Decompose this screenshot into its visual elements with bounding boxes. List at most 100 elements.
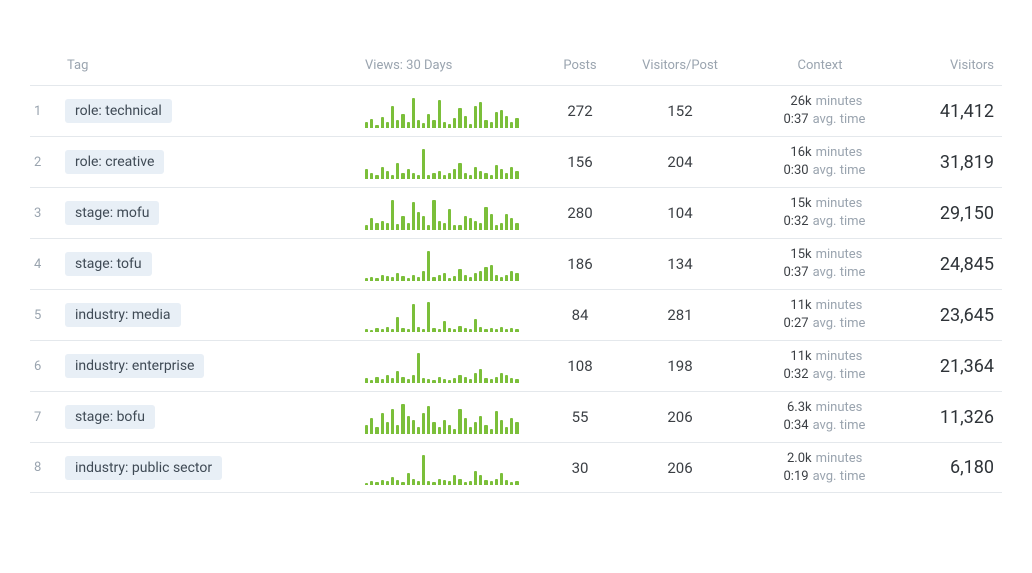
spark-bar: [505, 480, 508, 485]
views-sparkline[interactable]: [365, 145, 535, 179]
views-sparkline[interactable]: [365, 400, 535, 434]
table-row[interactable]: 6industry: enterprise10819811kminutes0:3…: [30, 340, 1002, 391]
spark-bar: [448, 278, 451, 281]
table-row[interactable]: 2role: creative15620416kminutes0:30avg. …: [30, 136, 1002, 187]
col-views-header[interactable]: Views: 30 Days: [365, 58, 535, 73]
tag-pill[interactable]: industry: enterprise: [65, 354, 204, 378]
table-row[interactable]: 5industry: media8428111kminutes0:27avg. …: [30, 289, 1002, 340]
context-minutes-value: 6.3k: [778, 400, 812, 416]
spark-bar: [427, 481, 430, 485]
spark-bar: [396, 425, 399, 434]
spark-bar: [505, 214, 508, 230]
spark-bar: [375, 125, 378, 128]
views-sparkline[interactable]: [365, 196, 535, 230]
context-minutes-value: 11k: [778, 298, 812, 314]
views-sparkline[interactable]: [365, 298, 535, 332]
col-context-header[interactable]: Context: [735, 58, 905, 73]
context-avg-time-unit: avg. time: [813, 418, 866, 434]
posts-value: 30: [535, 459, 625, 477]
spark-bar: [458, 326, 461, 332]
spark-bar: [495, 165, 498, 179]
spark-bar: [427, 379, 430, 383]
spark-bar: [484, 267, 487, 281]
visitors-value: 24,845: [905, 254, 1002, 275]
tag-pill[interactable]: role: creative: [65, 150, 164, 174]
col-posts-header[interactable]: Posts: [535, 58, 625, 73]
spark-bar: [484, 120, 487, 128]
views-sparkline[interactable]: [365, 94, 535, 128]
spark-bar: [448, 209, 451, 230]
spark-bar: [391, 378, 394, 383]
tag-pill[interactable]: stage: tofu: [65, 252, 152, 276]
views-sparkline[interactable]: [365, 451, 535, 485]
spark-bar: [448, 124, 451, 128]
context-minutes-unit: minutes: [816, 145, 863, 161]
table-row[interactable]: 3stage: mofu28010415kminutes0:32avg. tim…: [30, 187, 1002, 238]
tag-pill[interactable]: industry: public sector: [65, 456, 222, 480]
spark-bar: [469, 218, 472, 230]
spark-bar: [474, 167, 477, 179]
spark-bar: [391, 175, 394, 179]
table-row[interactable]: 7stage: bofu552066.3kminutes0:34avg. tim…: [30, 391, 1002, 442]
spark-bar: [495, 275, 498, 281]
spark-bar: [381, 379, 384, 383]
spark-bar: [427, 114, 430, 128]
col-visitors-header[interactable]: Visitors: [905, 58, 1002, 73]
context-avg-time-unit: avg. time: [813, 214, 866, 230]
spark-bar: [375, 427, 378, 434]
col-tag-header[interactable]: Tag: [65, 58, 365, 73]
spark-bar: [391, 277, 394, 281]
spark-bar: [510, 378, 513, 383]
views-sparkline[interactable]: [365, 349, 535, 383]
spark-bar: [469, 329, 472, 332]
context-avg-time-unit: avg. time: [813, 265, 866, 281]
spark-bar: [391, 200, 394, 230]
context-minutes-unit: minutes: [816, 247, 863, 263]
spark-bar: [386, 223, 389, 230]
spark-bar: [490, 265, 493, 281]
spark-bar: [432, 422, 435, 434]
spark-bar: [417, 175, 420, 179]
spark-bar: [515, 379, 518, 383]
spark-bar: [464, 116, 467, 128]
spark-bar: [469, 175, 472, 179]
spark-bar: [438, 427, 441, 434]
views-sparkline[interactable]: [365, 247, 535, 281]
tag-pill[interactable]: role: technical: [65, 99, 172, 123]
spark-bar: [432, 482, 435, 485]
visitors-value: 21,364: [905, 356, 1002, 377]
spark-bar: [500, 420, 503, 434]
spark-bar: [401, 482, 404, 485]
tag-pill[interactable]: stage: bofu: [65, 405, 155, 429]
spark-bar: [386, 481, 389, 485]
table-row[interactable]: 4stage: tofu18613415kminutes0:37avg. tim…: [30, 238, 1002, 289]
tag-cell: stage: mofu: [65, 201, 365, 225]
tag-pill[interactable]: stage: mofu: [65, 201, 159, 225]
spark-bar: [432, 120, 435, 128]
table-row[interactable]: 8industry: public sector302062.0kminutes…: [30, 442, 1002, 493]
spark-bar: [453, 225, 456, 230]
spark-bar: [443, 379, 446, 383]
tag-cell: stage: bofu: [65, 405, 365, 429]
spark-bar: [386, 171, 389, 179]
context-minutes-value: 2.0k: [778, 451, 812, 467]
spark-bar: [469, 379, 472, 383]
spark-bar: [490, 214, 493, 230]
spark-bar: [417, 212, 420, 230]
posts-value: 55: [535, 408, 625, 426]
spark-bar: [495, 225, 498, 230]
spark-bar: [365, 483, 368, 485]
table-row[interactable]: 1role: technical27215226kminutes0:37avg.…: [30, 85, 1002, 136]
spark-bar: [505, 116, 508, 128]
spark-bar: [375, 328, 378, 332]
spark-bar: [469, 277, 472, 281]
spark-bar: [422, 271, 425, 281]
spark-bar: [453, 429, 456, 434]
spark-bar: [448, 380, 451, 383]
tag-pill[interactable]: industry: media: [65, 303, 181, 327]
spark-bar: [422, 149, 425, 179]
spark-bar: [453, 329, 456, 332]
col-visitors-per-post-header[interactable]: Visitors/Post: [625, 58, 735, 73]
spark-bar: [510, 482, 513, 485]
spark-bar: [386, 422, 389, 434]
